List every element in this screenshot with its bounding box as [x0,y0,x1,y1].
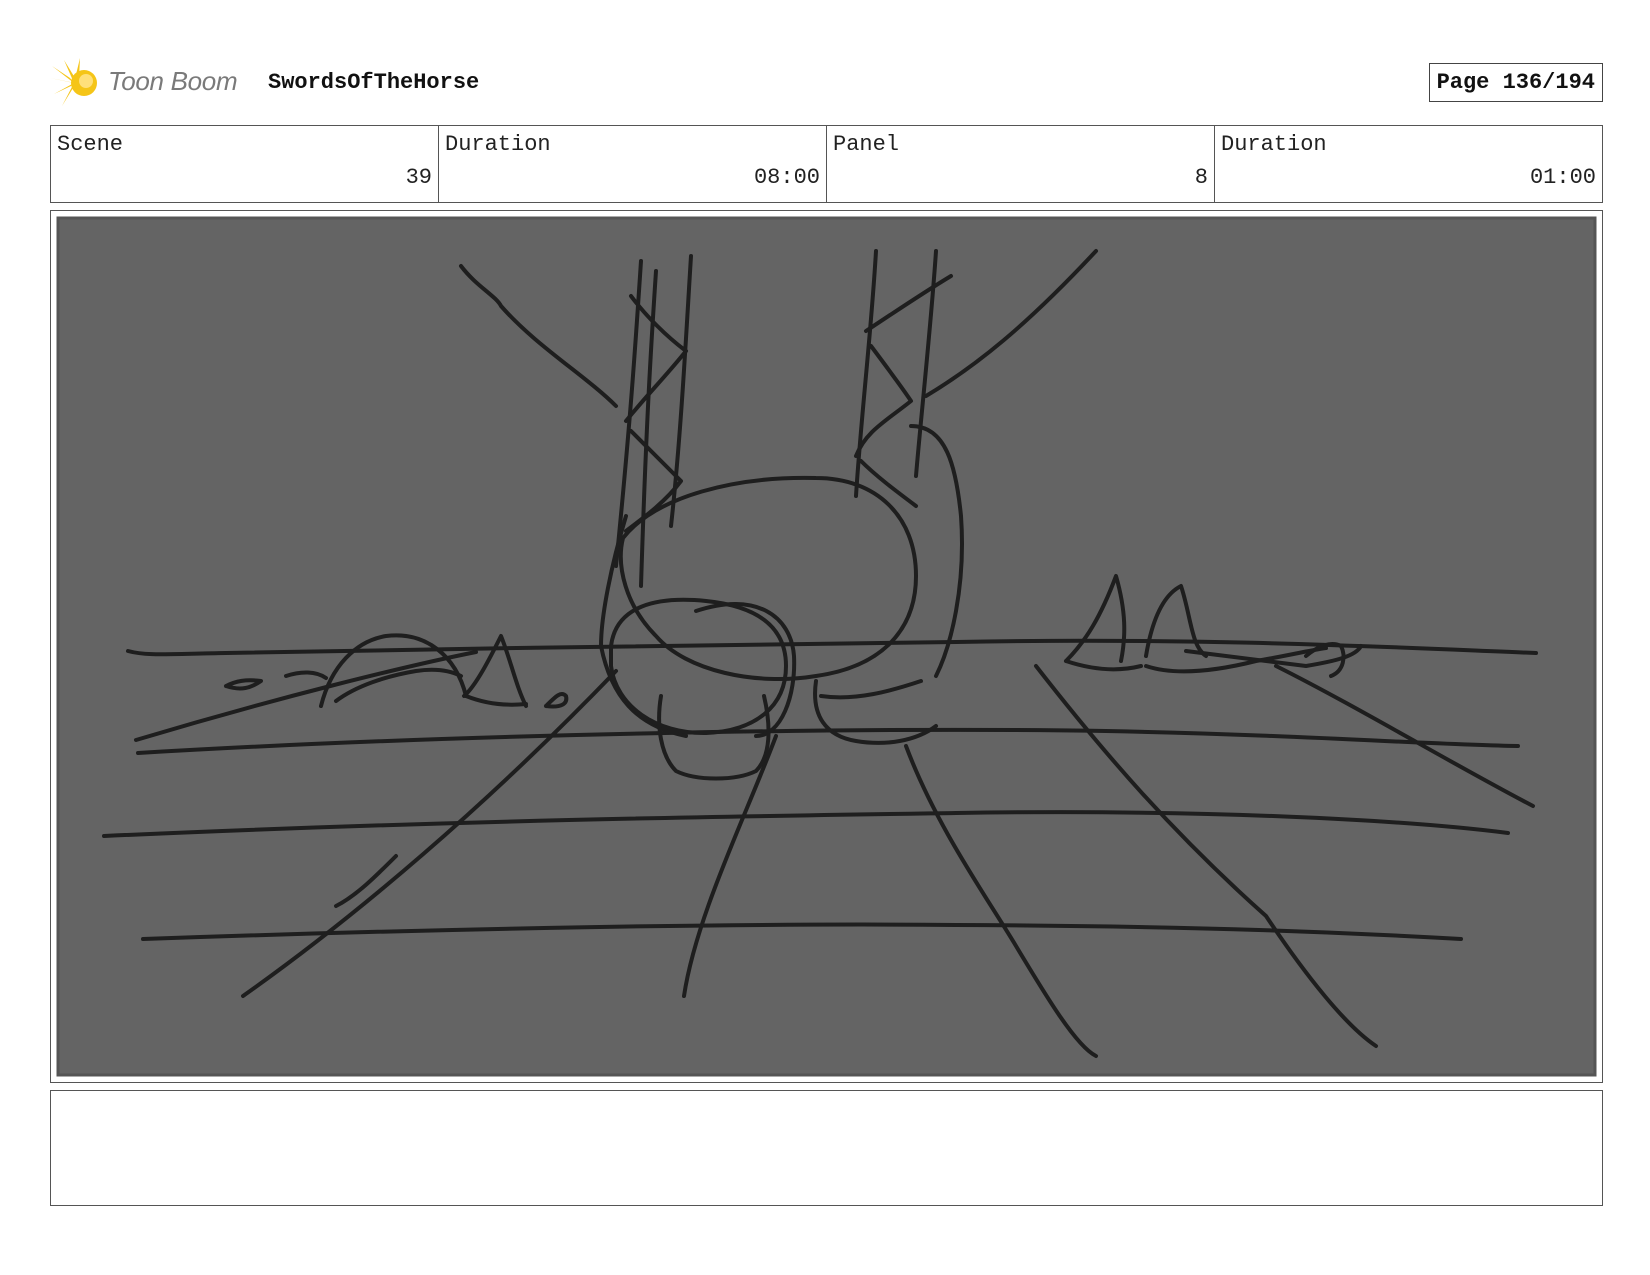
page-indicator: Page 136/194 [1428,63,1603,102]
toon-boom-logo: Toon Boom [50,58,250,108]
logo-text: Toon Boom [108,66,238,96]
scene-cell: Scene 39 [51,126,439,202]
panel-image-frame [50,210,1603,1083]
storyboard-sketch [56,216,1597,1077]
scene-duration-value: 08:00 [753,165,820,190]
panel-duration-label: Duration [1221,132,1327,157]
header: Toon Boom SwordsOfTheHorse Page 136/194 [50,58,1603,108]
panel-notes-box [50,1090,1603,1206]
panel-value: 8 [1194,165,1208,190]
starburst-icon [50,58,97,106]
panel-cell: Panel 8 [827,126,1215,202]
scene-duration-label: Duration [445,132,551,157]
scene-duration-cell: Duration 08:00 [439,126,827,202]
scene-info-table: Scene 39 Duration 08:00 Panel 8 Duration… [50,125,1603,203]
project-title: SwordsOfTheHorse [268,70,480,95]
scene-label: Scene [57,132,124,157]
panel-duration-cell: Duration 01:00 [1215,126,1602,202]
panel-duration-value: 01:00 [1529,165,1596,190]
scene-value: 39 [405,165,432,190]
panel-label: Panel [833,132,900,157]
